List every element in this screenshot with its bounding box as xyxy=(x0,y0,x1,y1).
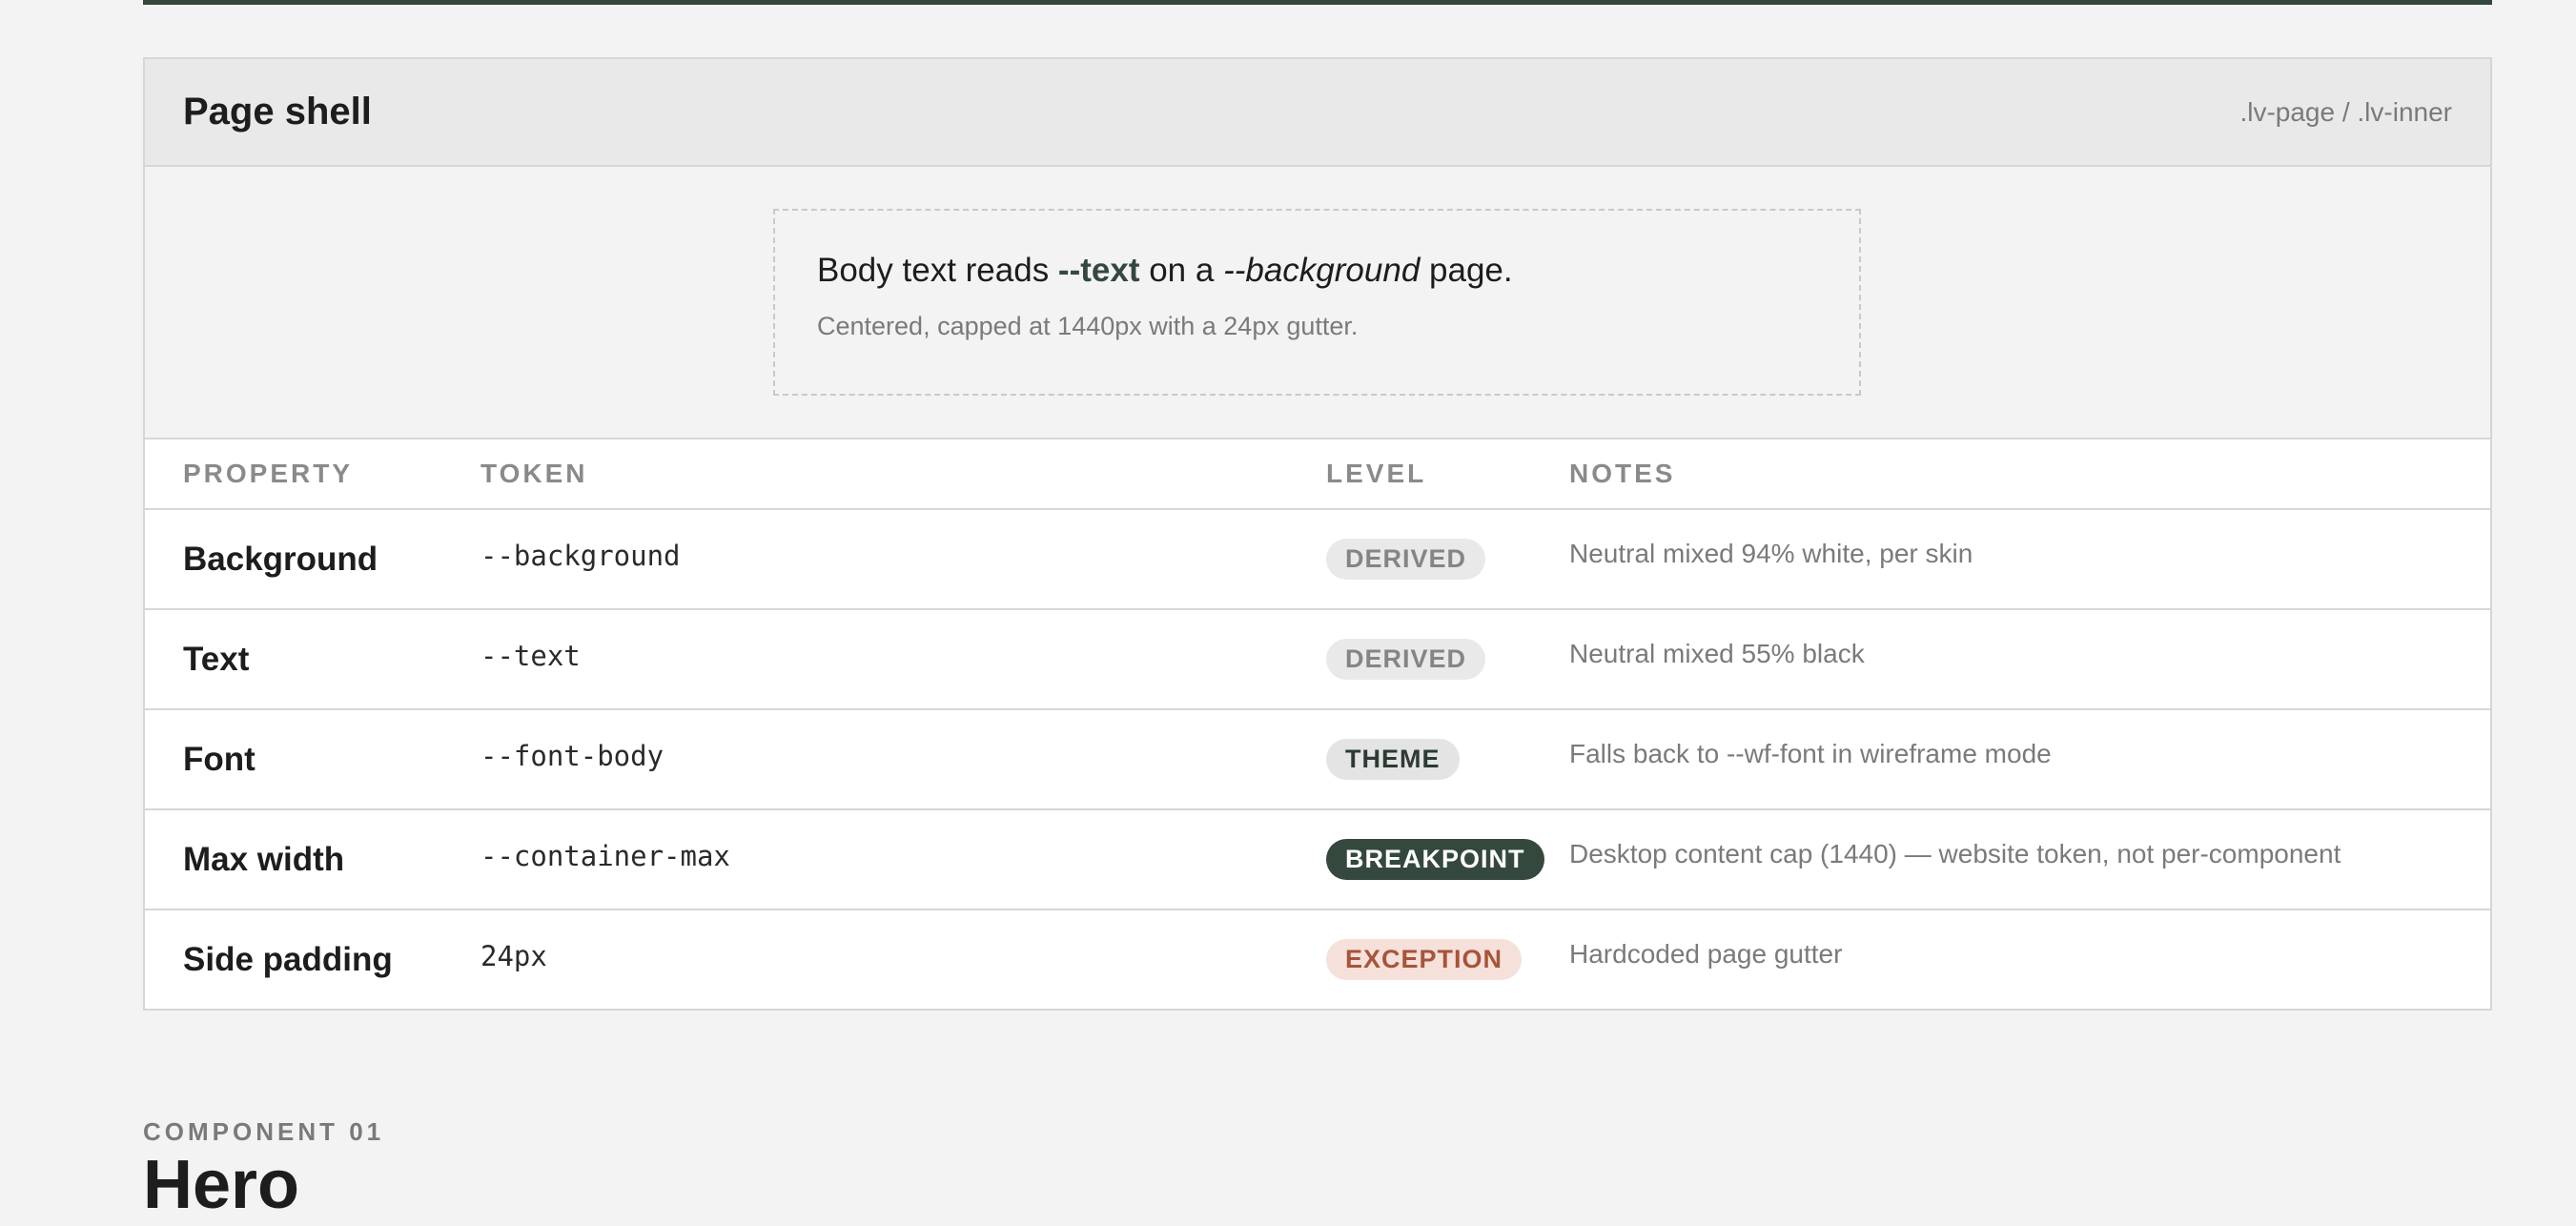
level-cell: EXCEPTION xyxy=(1326,909,1569,1009)
level-badge: BREAKPOINT xyxy=(1326,839,1544,880)
property-name: Max width xyxy=(183,840,345,878)
preview-box: Body text reads --text on a --background… xyxy=(773,209,1861,396)
preview-background-token: --background xyxy=(1223,252,1421,289)
preview-text-suffix: page. xyxy=(1420,252,1513,289)
notes-text: Falls back to --wf-font in wireframe mod… xyxy=(1569,738,2052,768)
level-cell: DERIVED xyxy=(1326,509,1569,610)
token-cell: --background xyxy=(480,509,1326,610)
table-row: Background --background DERIVED Neutral … xyxy=(145,509,2490,610)
column-header-token: TOKEN xyxy=(480,439,1326,510)
preview-area: Body text reads --text on a --background… xyxy=(145,167,2490,439)
preview-caption: Centered, capped at 1440px with a 24px g… xyxy=(817,312,1359,340)
property-name: Background xyxy=(183,540,378,578)
level-cell: THEME xyxy=(1326,709,1569,810)
column-header-property: PROPERTY xyxy=(145,439,480,510)
level-cell: BREAKPOINT xyxy=(1326,809,1569,910)
level-cell: DERIVED xyxy=(1326,609,1569,710)
notes-cell: Hardcoded page gutter xyxy=(1569,909,2490,1009)
table-row: Side padding 24px EXCEPTION Hardcoded pa… xyxy=(145,909,2490,1009)
property-cell: Side padding xyxy=(145,909,480,1009)
token-cell: --container-max xyxy=(480,809,1326,910)
top-divider xyxy=(143,0,2492,5)
preview-text-middle: on a xyxy=(1139,252,1224,289)
property-name: Side padding xyxy=(183,940,393,978)
component-eyebrow: COMPONENT 01 xyxy=(143,1117,385,1146)
level-badge: DERIVED xyxy=(1326,539,1486,580)
class-names-label: .lv-page / .lv-inner xyxy=(2239,96,2452,127)
preview-text-prefix: Body text reads xyxy=(817,252,1058,289)
token-value: --background xyxy=(480,539,681,572)
level-badge: DERIVED xyxy=(1326,639,1486,680)
section-title: Page shell xyxy=(183,91,372,133)
property-cell: Max width xyxy=(145,809,480,910)
token-cell: --font-body xyxy=(480,709,1326,810)
preview-body-text: Body text reads --text on a --background… xyxy=(817,251,1817,291)
level-badge: EXCEPTION xyxy=(1326,939,1523,980)
token-value: --text xyxy=(480,639,581,672)
notes-cell: Neutral mixed 55% black xyxy=(1569,609,2490,710)
page-shell-card: Page shell .lv-page / .lv-inner Body tex… xyxy=(143,57,2492,1011)
property-name: Font xyxy=(183,740,256,778)
page-shell-header: Page shell .lv-page / .lv-inner xyxy=(145,59,2490,167)
token-value: 24px xyxy=(480,939,547,972)
notes-cell: Desktop content cap (1440) — website tok… xyxy=(1569,809,2490,910)
notes-cell: Falls back to --wf-font in wireframe mod… xyxy=(1569,709,2490,810)
notes-cell: Neutral mixed 94% white, per skin xyxy=(1569,509,2490,610)
notes-text: Desktop content cap (1440) — website tok… xyxy=(1569,838,2341,868)
preview-text-token: --text xyxy=(1057,252,1140,289)
token-value: --container-max xyxy=(480,839,730,872)
column-header-notes: NOTES xyxy=(1569,439,2490,510)
notes-text: Hardcoded page gutter xyxy=(1569,938,1843,969)
component-title: Hero xyxy=(143,1147,300,1223)
table-row: Max width --container-max BREAKPOINT Des… xyxy=(145,809,2490,910)
property-cell: Text xyxy=(145,609,480,710)
notes-text: Neutral mixed 55% black xyxy=(1569,638,1865,668)
level-badge: THEME xyxy=(1326,739,1460,780)
column-header-level: LEVEL xyxy=(1326,439,1569,510)
notes-text: Neutral mixed 94% white, per skin xyxy=(1569,538,1973,568)
token-table: PROPERTY TOKEN LEVEL NOTES Background --… xyxy=(145,439,2490,1009)
property-cell: Background xyxy=(145,509,480,610)
table-header-row: PROPERTY TOKEN LEVEL NOTES xyxy=(145,439,2490,510)
token-cell: --text xyxy=(480,609,1326,710)
property-name: Text xyxy=(183,640,250,678)
table-row: Text --text DERIVED Neutral mixed 55% bl… xyxy=(145,609,2490,710)
property-cell: Font xyxy=(145,709,480,810)
table-row: Font --font-body THEME Falls back to --w… xyxy=(145,709,2490,810)
token-cell: 24px xyxy=(480,909,1326,1009)
token-value: --font-body xyxy=(480,739,664,772)
